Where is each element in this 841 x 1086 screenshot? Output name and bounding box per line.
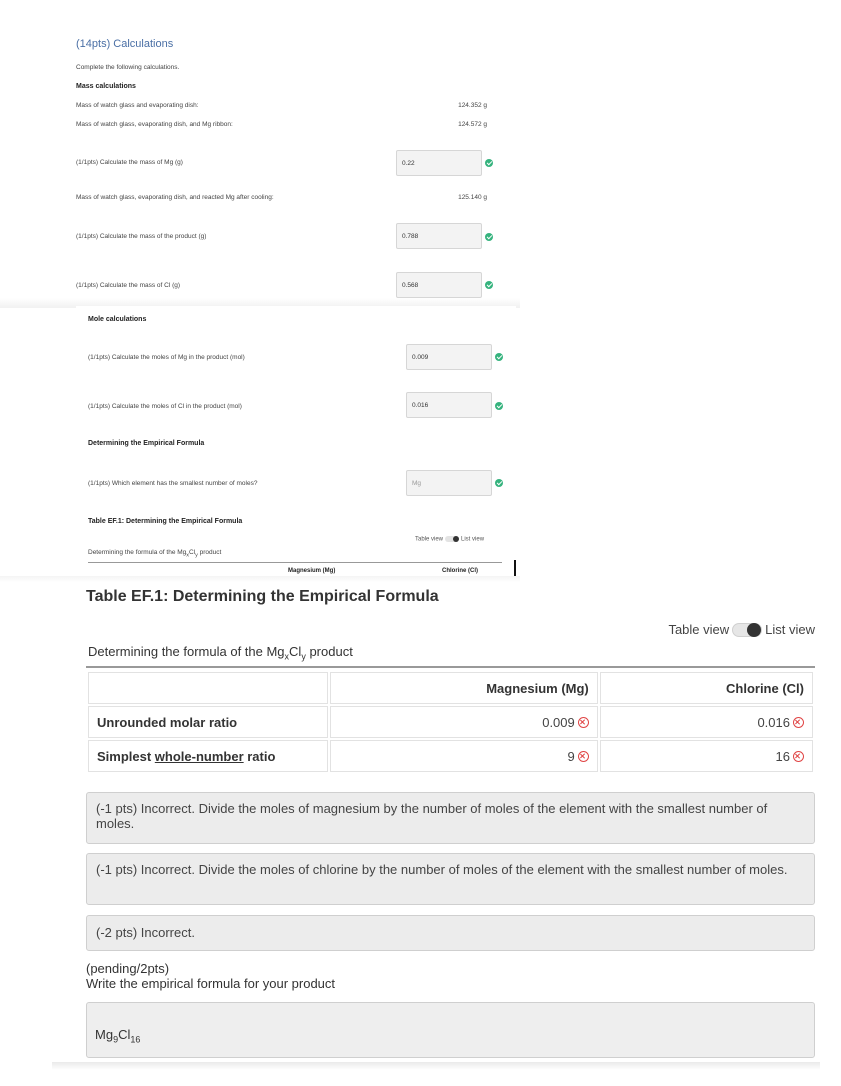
mole-heading: Mole calculations bbox=[88, 316, 147, 323]
table-caption: Determining the formula of the MgxCly pr… bbox=[88, 644, 353, 662]
question-prompt: Write the empirical formula for your pro… bbox=[86, 976, 336, 991]
caption-text: Cl bbox=[289, 644, 302, 659]
feedback-box: (-1 pts) Incorrect. Divide the moles of … bbox=[86, 792, 815, 844]
col-mg-small: Magnesium (Mg) bbox=[288, 568, 336, 574]
mole-calculations-panel: Mole calculations (1/1pts) Calculate the… bbox=[76, 306, 516, 580]
check-circle-icon bbox=[485, 281, 493, 289]
x-circle-icon bbox=[577, 750, 589, 762]
row-label: Simplest whole-number ratio bbox=[88, 740, 328, 772]
table-title-small: Table EF.1: Determining the Empirical Fo… bbox=[88, 518, 243, 525]
question-moles-mg-label: (1/1pts) Calculate the moles of Mg in th… bbox=[88, 354, 245, 361]
divider bbox=[0, 576, 520, 582]
mass-mg-input[interactable]: 0.22 bbox=[396, 150, 482, 176]
ratio-mg-input[interactable]: 9 bbox=[330, 740, 598, 772]
calculations-panel: (14pts) Calculations Complete the follow… bbox=[0, 0, 520, 306]
caption-text: Determining the formula of the Mg bbox=[88, 644, 285, 659]
cell-value: 9 bbox=[567, 748, 575, 764]
view-toggle-small[interactable]: Table view List view bbox=[415, 536, 484, 543]
check-circle-icon bbox=[495, 353, 503, 361]
moles-cl-input[interactable]: 0.016 bbox=[406, 392, 492, 418]
instructions-text: Complete the following calculations. bbox=[76, 64, 180, 71]
column-header bbox=[88, 672, 328, 704]
table-row: Simplest whole-number ratio 9 16 bbox=[88, 740, 813, 772]
unrounded-cl-input[interactable]: 0.016 bbox=[599, 706, 813, 738]
row-label: Unrounded molar ratio bbox=[88, 706, 328, 738]
table-row: Unrounded molar ratio 0.009 0.016 bbox=[88, 706, 813, 738]
empirical-heading: Determining the Empirical Formula bbox=[88, 440, 205, 447]
mass-cl-input[interactable]: 0.568 bbox=[396, 272, 482, 298]
feedback-box: (-2 pts) Incorrect. bbox=[86, 915, 815, 951]
after-cooling-label: Mass of watch glass, evaporating dish, a… bbox=[76, 194, 274, 201]
caption-text: product bbox=[305, 644, 353, 659]
cell-value: 0.016 bbox=[757, 714, 790, 730]
feedback-box: (-1 pts) Incorrect. Divide the moles of … bbox=[86, 853, 815, 905]
ratio-cl-input[interactable]: 16 bbox=[599, 740, 813, 772]
table-caption-small: Determining the formula of the MgxCly pr… bbox=[88, 549, 221, 558]
row-label-text: Simplest bbox=[97, 748, 155, 764]
check-circle-icon bbox=[495, 402, 503, 410]
mass-row-label: Mass of watch glass and evaporating dish… bbox=[76, 102, 199, 109]
cell-value: 0.009 bbox=[542, 714, 575, 730]
x-circle-icon bbox=[577, 716, 589, 728]
question-mass-cl-label: (1/1pts) Calculate the mass of Cl (g) bbox=[76, 282, 181, 289]
toggle-switch[interactable] bbox=[445, 536, 460, 542]
table-title: Table EF.1: Determining the Empirical Fo… bbox=[86, 588, 439, 605]
toggle-switch[interactable] bbox=[732, 622, 763, 637]
cell-value: 16 bbox=[775, 748, 790, 764]
table-view-label[interactable]: Table view bbox=[668, 622, 729, 637]
toggle-knob bbox=[747, 622, 762, 637]
question-mass-product-label: (1/1pts) Calculate the mass of the produ… bbox=[76, 233, 207, 240]
answer-text: Cl bbox=[118, 1027, 131, 1042]
empirical-formula-table: Magnesium (Mg) Chlorine (Cl) Unrounded m… bbox=[86, 670, 815, 774]
section-title: (14pts) Calculations bbox=[76, 38, 174, 50]
answer-sub: 16 bbox=[130, 1034, 141, 1045]
column-header-cl: Chlorine (Cl) bbox=[599, 672, 813, 704]
list-view-label[interactable]: List view bbox=[765, 622, 815, 637]
mass-product-input[interactable]: 0.788 bbox=[396, 223, 482, 249]
list-view-label: List view bbox=[461, 536, 485, 543]
empirical-formula-input[interactable]: Mg9Cl16 bbox=[86, 1002, 815, 1058]
smallest-element-input[interactable]: Mg bbox=[406, 470, 492, 496]
table-header-row: Magnesium (Mg) Chlorine (Cl) bbox=[88, 672, 813, 704]
mass-heading: Mass calculations bbox=[76, 83, 136, 90]
caption-text: product bbox=[197, 549, 222, 556]
check-circle-icon bbox=[485, 159, 493, 167]
formula-question: (pending/2pts) Write the empirical formu… bbox=[86, 961, 335, 991]
question-moles-cl-label: (1/1pts) Calculate the moles of Cl in th… bbox=[88, 403, 242, 410]
mass-row-value: 124.352 g bbox=[458, 102, 487, 109]
question-mass-mg-label: (1/1pts) Calculate the mass of Mg (g) bbox=[76, 159, 183, 166]
col-cl-small: Chlorine (Cl) bbox=[442, 568, 478, 574]
caption-text: Determining the formula of the Mg bbox=[88, 549, 187, 556]
mass-row-value: 124.572 g bbox=[458, 121, 487, 128]
table-rule bbox=[88, 562, 502, 563]
column-header-mg: Magnesium (Mg) bbox=[330, 672, 598, 704]
x-circle-icon bbox=[793, 716, 804, 728]
check-circle-icon bbox=[485, 233, 493, 241]
view-toggle[interactable]: Table view List view bbox=[668, 622, 815, 637]
x-circle-icon bbox=[793, 750, 804, 762]
row-label-text: ratio bbox=[243, 748, 276, 764]
divider bbox=[52, 1062, 820, 1070]
moles-mg-input[interactable]: 0.009 bbox=[406, 344, 492, 370]
mass-row-label: Mass of watch glass, evaporating dish, a… bbox=[76, 121, 233, 128]
after-cooling-value: 125.140 g bbox=[458, 194, 487, 201]
answer-text: Mg bbox=[95, 1027, 114, 1042]
unrounded-mg-input[interactable]: 0.009 bbox=[330, 706, 598, 738]
whole-number-link[interactable]: whole-number bbox=[155, 749, 244, 764]
question-smallest-label: (1/1pts) Which element has the smallest … bbox=[88, 480, 258, 487]
table-rule bbox=[86, 666, 815, 668]
table-view-label: Table view bbox=[415, 536, 444, 543]
points-status: (pending/2pts) bbox=[86, 961, 170, 976]
check-circle-icon bbox=[495, 479, 503, 487]
